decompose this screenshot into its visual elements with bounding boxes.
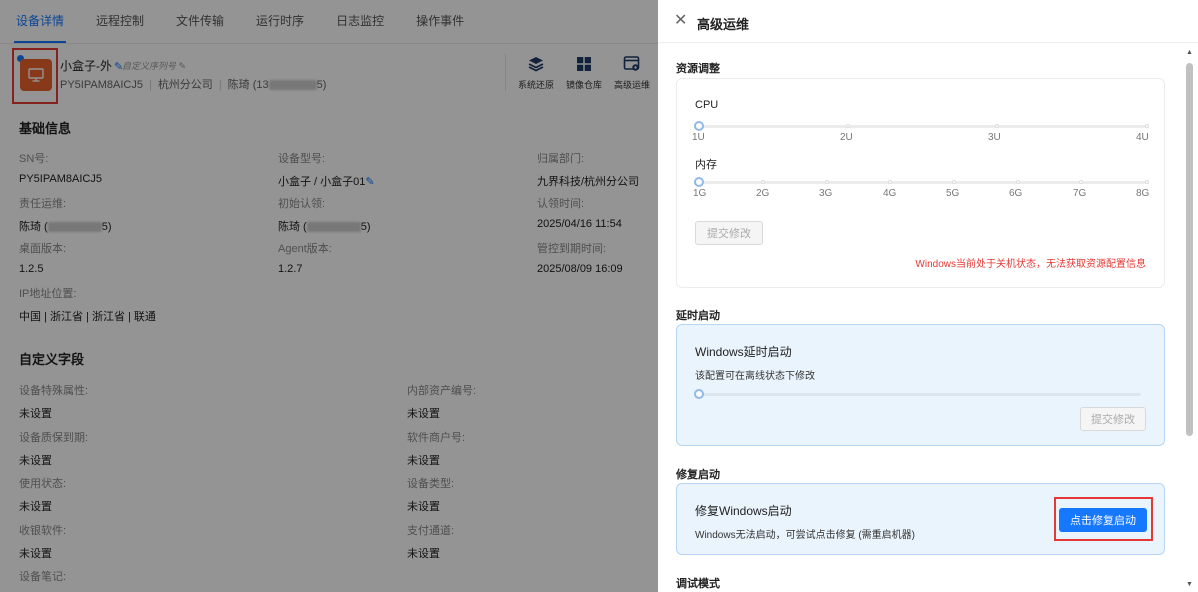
- repair-section-label: 修复启动: [676, 469, 720, 481]
- shutdown-warning: Windows当前处于关机状态，无法获取资源配置信息: [915, 259, 1146, 270]
- delay-section-label: 延时启动: [676, 310, 720, 322]
- delay-boot-title: Windows延时启动: [695, 345, 792, 359]
- close-icon[interactable]: ✕: [674, 13, 687, 29]
- slider-tick: [1016, 180, 1020, 184]
- cpu-slider[interactable]: [694, 121, 1149, 131]
- memory-tick-label: 6G: [1009, 188, 1023, 199]
- delay-slider[interactable]: [694, 389, 1141, 399]
- slider-tick: [825, 180, 829, 184]
- slider-tick: [761, 180, 765, 184]
- cpu-tick-label: 2U: [840, 132, 853, 143]
- repair-boot-desc: Windows无法启动，可尝试点击修复 (需重启机器): [695, 530, 916, 541]
- memory-slider[interactable]: [694, 177, 1149, 187]
- delay-submit-button[interactable]: 提交修改: [1080, 407, 1146, 431]
- delay-boot-card: Windows延时启动 该配置可在离线状态下修改 提交修改: [676, 324, 1165, 446]
- memory-tick-label: 4G: [883, 188, 897, 199]
- drawer-scrollbar[interactable]: ▲ ▼: [1183, 45, 1196, 592]
- slider-tick: [1079, 180, 1083, 184]
- memory-tick-label: 5G: [946, 188, 960, 199]
- memory-tick-label: 3G: [819, 188, 833, 199]
- resource-section-label: 资源调整: [676, 63, 720, 75]
- cpu-slider-handle[interactable]: [694, 121, 704, 131]
- modal-mask[interactable]: [0, 0, 658, 592]
- resource-submit-button[interactable]: 提交修改: [695, 221, 763, 245]
- repair-boot-title: 修复Windows启动: [695, 504, 792, 518]
- drawer-header: ✕ 高级运维: [658, 0, 1198, 43]
- advanced-ops-drawer: ✕ 高级运维 资源调整 CPU 1U 2U 3U 4U 内存 1G 2G 3G: [658, 0, 1198, 592]
- memory-tick-label: 1G: [693, 188, 707, 199]
- memory-slider-handle[interactable]: [694, 177, 704, 187]
- cpu-tick-label: 4U: [1136, 132, 1149, 143]
- slider-tick: [995, 124, 999, 128]
- memory-tick-label: 8G: [1136, 188, 1150, 199]
- slider-tick: [1145, 124, 1149, 128]
- scroll-up-icon[interactable]: ▲: [1186, 49, 1193, 56]
- cpu-tick-label: 3U: [988, 132, 1001, 143]
- scrollbar-thumb[interactable]: [1186, 63, 1193, 436]
- memory-tick-label: 7G: [1073, 188, 1087, 199]
- slider-tick: [888, 180, 892, 184]
- drawer-title: 高级运维: [697, 17, 750, 32]
- slider-tick: [952, 180, 956, 184]
- resource-card: CPU 1U 2U 3U 4U 内存 1G 2G 3G 4G 5G 6G 7G …: [676, 78, 1165, 288]
- slider-tick: [1145, 180, 1149, 184]
- slider-tick: [846, 124, 850, 128]
- repair-boot-button[interactable]: 点击修复启动: [1059, 508, 1147, 532]
- delay-boot-desc: 该配置可在离线状态下修改: [695, 371, 815, 382]
- scroll-down-icon[interactable]: ▼: [1186, 581, 1193, 588]
- memory-label: 内存: [695, 159, 717, 171]
- cpu-tick-label: 1U: [692, 132, 705, 143]
- debug-section-label: 调试模式: [676, 578, 720, 590]
- delay-slider-handle[interactable]: [694, 389, 704, 399]
- memory-tick-label: 2G: [756, 188, 770, 199]
- cpu-label: CPU: [695, 99, 719, 111]
